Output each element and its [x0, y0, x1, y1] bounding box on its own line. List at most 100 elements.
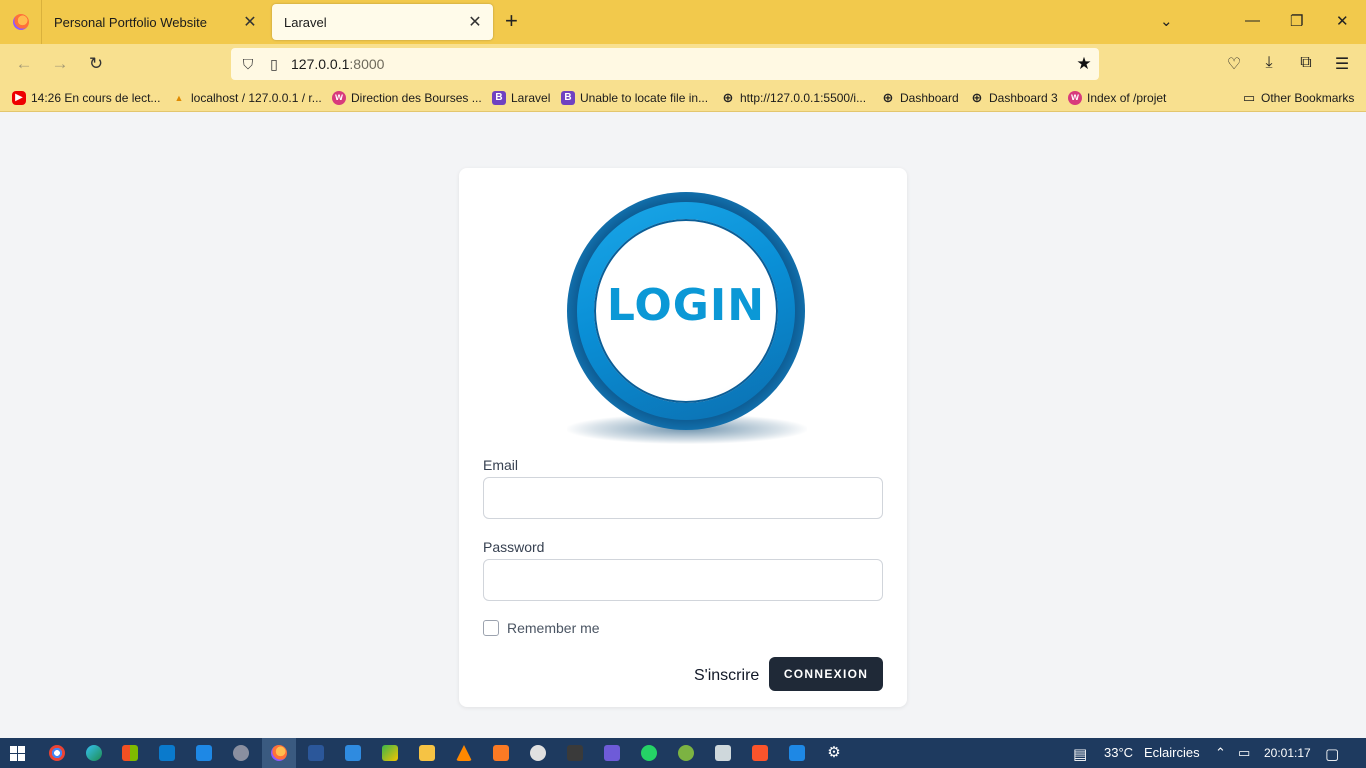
- close-tab-icon[interactable]: ✕: [242, 12, 258, 32]
- brave-icon[interactable]: [752, 745, 768, 761]
- tab-title: Laravel: [284, 14, 327, 30]
- remember-me[interactable]: Remember me: [483, 620, 600, 636]
- bookmark-label: Other Bookmarks: [1261, 91, 1355, 105]
- start-icon[interactable]: [10, 746, 25, 761]
- site-icon: w: [1068, 91, 1082, 105]
- vlc-icon[interactable]: [456, 745, 472, 761]
- app-icon[interactable]: [530, 745, 546, 761]
- bookmark-label: Direction des Bourses ...: [351, 91, 482, 105]
- bookmark-label: Dashboard: [900, 91, 959, 105]
- temperature[interactable]: 33°C: [1104, 745, 1133, 760]
- vscode-icon[interactable]: [159, 745, 175, 761]
- bookmark-star-icon[interactable]: ★: [1069, 54, 1099, 74]
- remember-checkbox[interactable]: [483, 620, 499, 636]
- notifications-icon[interactable]: ▢: [1325, 745, 1339, 763]
- xampp-icon[interactable]: [493, 745, 509, 761]
- bootstrap-icon: B: [561, 91, 575, 105]
- mail-icon[interactable]: [196, 745, 212, 761]
- remember-label: Remember me: [507, 620, 600, 636]
- file-explorer-icon[interactable]: [419, 745, 435, 761]
- bookmark-label: http://127.0.0.1:5500/i...: [740, 91, 867, 105]
- tab-title: Personal Portfolio Website: [54, 14, 207, 30]
- bookmarks-toolbar: ▶ 14:26 En cours de lect... ▲ localhost / …: [0, 84, 1366, 112]
- bookmark-label: Unable to locate file in...: [580, 91, 709, 105]
- register-link[interactable]: S'inscrire: [694, 667, 759, 685]
- bookmark-item[interactable]: ⊕ http://127.0.0.1:5500/i...: [721, 90, 867, 106]
- close-window-icon[interactable]: ✕: [1336, 12, 1349, 30]
- chevron-up-icon[interactable]: ⌃: [1215, 745, 1226, 761]
- store-icon[interactable]: [122, 745, 138, 761]
- app-icon[interactable]: [678, 745, 694, 761]
- edge-icon[interactable]: [86, 745, 102, 761]
- photos-icon[interactable]: [789, 745, 805, 761]
- bookmark-item[interactable]: B Unable to locate file in...: [561, 91, 708, 105]
- email-field[interactable]: [483, 477, 883, 519]
- windows-taskbar: ⚙ ▤ 33°C Eclaircies ⌃ ▭ 20:01:17 ▢: [0, 738, 1366, 768]
- bootstrap-icon: B: [492, 91, 506, 105]
- site-icon: w: [332, 91, 346, 105]
- app-icon[interactable]: [604, 745, 620, 761]
- bookmark-label: Index of /projet: [1087, 91, 1167, 105]
- phpmyadmin-icon: ▲: [174, 93, 184, 103]
- app-icon[interactable]: [382, 745, 398, 761]
- navigation-toolbar: ← → ↻ ⛉ ▯ 127.0.0.1:8000 ★ ♡ ⤓ ⧉ ☰: [0, 44, 1366, 84]
- password-label: Password: [483, 539, 545, 555]
- address-bar[interactable]: ⛉ ▯ 127.0.0.1:8000 ★: [231, 48, 1099, 80]
- page-icon[interactable]: ▯: [263, 56, 285, 73]
- camera-icon[interactable]: [233, 745, 249, 761]
- forward-icon[interactable]: →: [49, 54, 71, 74]
- bookmark-item[interactable]: w Direction des Bourses ...: [332, 91, 482, 105]
- bookmark-item[interactable]: w Index of /projet: [1068, 91, 1166, 105]
- tab-laravel[interactable]: Laravel ✕: [272, 4, 493, 40]
- clock[interactable]: 20:01:17: [1264, 746, 1311, 760]
- menu-icon[interactable]: ☰: [1331, 54, 1353, 74]
- media-player-icon[interactable]: [345, 745, 361, 761]
- whatsapp-icon[interactable]: [641, 745, 657, 761]
- connexion-button[interactable]: CONNEXION: [769, 657, 883, 691]
- minimize-icon[interactable]: —: [1245, 12, 1260, 29]
- firefox-taskbar-icon[interactable]: [271, 745, 287, 761]
- new-tab-icon[interactable]: +: [505, 10, 518, 32]
- weather-text[interactable]: Eclaircies: [1144, 745, 1200, 760]
- url-text[interactable]: 127.0.0.1:8000: [291, 56, 1069, 72]
- bookmark-label: 14:26 En cours de lect...: [31, 91, 161, 105]
- app-icon[interactable]: [567, 745, 583, 761]
- url-port: :8000: [349, 56, 385, 72]
- chrome-icon[interactable]: [49, 745, 65, 761]
- login-logo: LOGIN: [567, 192, 807, 446]
- globe-icon: ⊕: [882, 90, 894, 105]
- settings-icon[interactable]: ⚙: [826, 745, 842, 761]
- logo-text: LOGIN: [606, 280, 766, 331]
- bookmark-item[interactable]: ⊕ Dashboard 3: [970, 90, 1058, 106]
- weather-icon[interactable]: ▤: [1073, 745, 1087, 763]
- firefox-menu[interactable]: [0, 0, 42, 44]
- login-card: LOGIN Email Password Remember me S'inscr…: [459, 168, 907, 707]
- bookmark-item[interactable]: ▲ localhost / 127.0.0.1 / r...: [172, 91, 322, 105]
- bookmark-item[interactable]: ▶ 14:26 En cours de lect...: [12, 91, 160, 105]
- tab-portfolio[interactable]: Personal Portfolio Website ✕: [42, 4, 268, 40]
- list-tabs-icon[interactable]: ⌄: [1160, 12, 1173, 30]
- battery-icon[interactable]: ▭: [1238, 745, 1250, 761]
- globe-icon: ⊕: [971, 90, 983, 105]
- pocket-icon[interactable]: ♡: [1223, 54, 1245, 74]
- email-label: Email: [483, 457, 519, 473]
- back-icon[interactable]: ←: [13, 54, 35, 74]
- bookmark-label: localhost / 127.0.0.1 / r...: [191, 91, 322, 105]
- reload-icon[interactable]: ↻: [85, 54, 107, 74]
- other-bookmarks[interactable]: ▭ Other Bookmarks: [1242, 91, 1355, 106]
- restore-icon[interactable]: ❐: [1290, 12, 1303, 30]
- bookmark-label: Dashboard 3: [989, 91, 1058, 105]
- bookmark-item[interactable]: B Laravel: [492, 91, 550, 105]
- close-tab-icon[interactable]: ✕: [467, 12, 483, 32]
- shield-icon[interactable]: ⛉: [237, 56, 259, 73]
- notepad-icon[interactable]: [715, 745, 731, 761]
- globe-icon: ⊕: [722, 90, 734, 105]
- word-icon[interactable]: [308, 745, 324, 761]
- password-field[interactable]: [483, 559, 883, 601]
- bookmark-item[interactable]: ⊕ Dashboard: [881, 90, 959, 106]
- tab-strip: Personal Portfolio Website ✕ Laravel ✕ +…: [0, 0, 1366, 44]
- downloads-icon[interactable]: ⤓: [1258, 54, 1280, 72]
- firefox-icon: [12, 14, 29, 30]
- extensions-icon[interactable]: ⧉: [1295, 54, 1317, 72]
- url-host: 127.0.0.1: [291, 56, 350, 72]
